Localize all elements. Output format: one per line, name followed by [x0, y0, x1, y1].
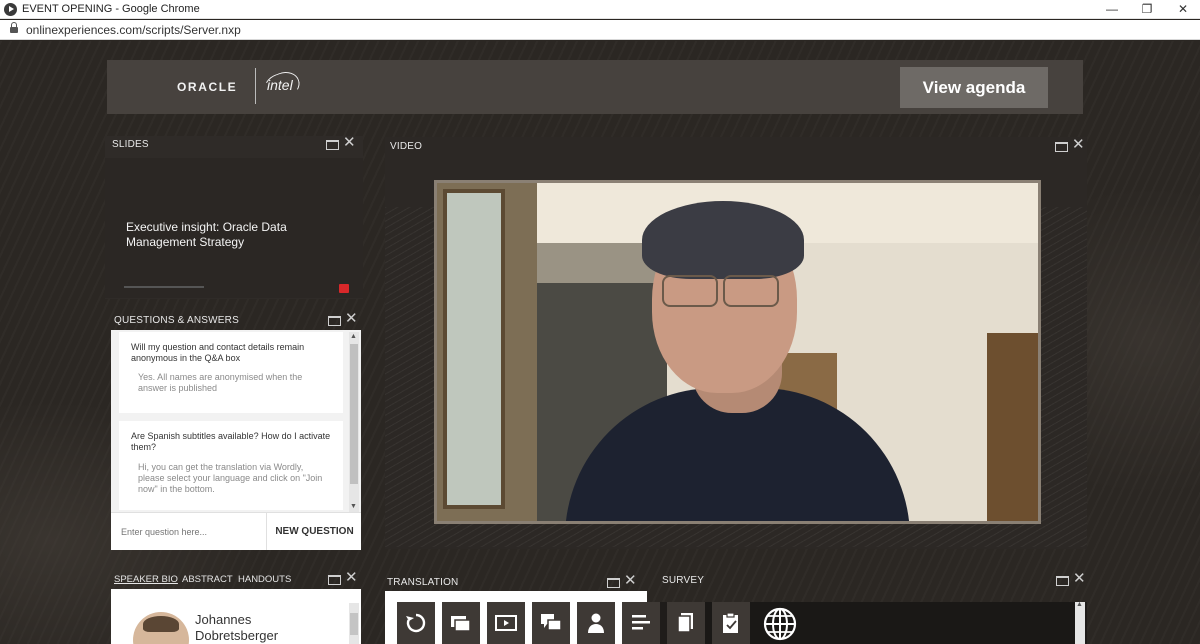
intel-logo: intel: [267, 77, 293, 93]
qa-item: Will my question and contact details rem…: [119, 332, 343, 413]
video-player[interactable]: [434, 180, 1041, 524]
video-panel-controls: ✕: [1055, 137, 1085, 155]
survey-button[interactable]: [712, 602, 750, 644]
qa-item: Are Spanish subtitles available? How do …: [119, 421, 343, 510]
tab-abstract[interactable]: ABSTRACT: [182, 574, 233, 585]
slide-footer-text: [124, 286, 204, 288]
slides-title: SLIDES: [112, 139, 149, 150]
new-question-button[interactable]: NEW QUESTION: [268, 513, 361, 550]
scroll-up-icon[interactable]: ▲: [350, 333, 357, 340]
tab-speaker-bio[interactable]: SPEAKER BIO: [114, 574, 178, 585]
maximize-icon[interactable]: [328, 575, 341, 585]
bio-panel-controls: ✕: [328, 570, 358, 588]
speaker-icon: [588, 613, 604, 633]
speaker-button[interactable]: [577, 602, 615, 644]
address-bar[interactable]: onlinexperiences.com/scripts/Server.nxp: [0, 20, 1200, 40]
slides-panel-controls: ✕: [326, 135, 356, 153]
close-icon[interactable]: ✕: [343, 135, 356, 150]
close-icon[interactable]: ✕: [1072, 137, 1085, 152]
refresh-icon: [406, 613, 426, 633]
video-icon: [495, 615, 517, 631]
header-bar: ORACLE intel View agenda: [107, 60, 1083, 114]
translation-title: TRANSLATION: [387, 577, 459, 588]
tab-handouts[interactable]: HANDOUTS: [238, 574, 291, 585]
maximize-icon[interactable]: [1056, 576, 1069, 586]
logo-divider: [255, 68, 256, 104]
survey-icon: [723, 612, 738, 633]
speaker-bio-panel: Johannes Dobretsberger: [111, 589, 361, 644]
slide-badge-icon: [339, 284, 349, 293]
survey-scrollbar[interactable]: ▲: [1075, 601, 1085, 644]
survey-title: SURVEY: [662, 575, 705, 586]
scrollbar-thumb[interactable]: [350, 344, 358, 484]
survey-panel-controls: ✕: [1056, 571, 1086, 589]
browser-titlebar: EVENT OPENING - Google Chrome — ❐ ✕: [0, 0, 1200, 19]
handouts-button[interactable]: [667, 602, 705, 644]
maximize-icon[interactable]: [607, 578, 620, 588]
qa-answer: Yes. All names are anonymised when the a…: [138, 372, 303, 393]
close-icon[interactable]: ✕: [345, 570, 358, 585]
close-icon[interactable]: ✕: [345, 311, 358, 326]
qa-icon: [541, 614, 562, 631]
event-page: ORACLE intel View agenda SLIDES ✕ Execut…: [0, 41, 1200, 644]
refresh-button[interactable]: [397, 602, 435, 644]
qa-title: QUESTIONS & ANSWERS: [114, 315, 239, 326]
qa-question: Are Spanish subtitles available? How do …: [131, 431, 331, 452]
slide-view[interactable]: Executive insight: Oracle Data Managemen…: [105, 158, 363, 298]
close-icon[interactable]: ✕: [1176, 1, 1190, 17]
agenda-button[interactable]: [622, 602, 660, 644]
slides-button[interactable]: [442, 602, 480, 644]
speaker-last-name: Dobretsberger: [195, 628, 279, 643]
qa-input-row: NEW QUESTION: [111, 512, 361, 550]
qa-panel-controls: ✕: [328, 311, 358, 329]
lock-icon: [10, 22, 18, 34]
close-icon[interactable]: ✕: [1073, 571, 1086, 586]
oracle-logo: ORACLE: [177, 80, 238, 94]
video-button[interactable]: [487, 602, 525, 644]
slide-heading: Executive insight: Oracle Data Managemen…: [126, 220, 287, 249]
qa-scrollbar[interactable]: ▲ ▼: [349, 332, 359, 514]
window-title: EVENT OPENING - Google Chrome: [22, 3, 200, 15]
qa-button[interactable]: [532, 602, 570, 644]
slides-icon: [451, 616, 471, 632]
scroll-up-icon[interactable]: ▲: [1076, 601, 1083, 608]
agenda-icon: [632, 615, 650, 630]
speaker-avatar: [133, 612, 189, 644]
globe-icon[interactable]: [760, 604, 800, 644]
handouts-icon: [677, 613, 693, 633]
minimize-icon[interactable]: —: [1105, 1, 1119, 17]
view-agenda-button[interactable]: View agenda: [900, 67, 1048, 108]
maximize-icon[interactable]: [326, 140, 339, 150]
video-title: VIDEO: [390, 141, 423, 152]
scroll-down-icon[interactable]: ▼: [350, 503, 357, 510]
url-text[interactable]: onlinexperiences.com/scripts/Server.nxp: [26, 23, 241, 37]
speaker-name: Johannes Dobretsberger: [195, 612, 278, 644]
chrome-app-icon: [4, 3, 17, 16]
maximize-icon[interactable]: [328, 316, 341, 326]
bio-scrollbar[interactable]: [349, 603, 359, 644]
restore-icon[interactable]: ❐: [1140, 1, 1154, 17]
qa-question: Will my question and contact details rem…: [131, 342, 305, 363]
question-input[interactable]: [111, 513, 267, 550]
speaker-first-name: Johannes: [195, 612, 252, 627]
maximize-icon[interactable]: [1055, 142, 1068, 152]
close-icon[interactable]: ✕: [624, 573, 637, 588]
translation-panel-controls: ✕: [607, 573, 637, 591]
qa-answer: Hi, you can get the translation via Word…: [138, 462, 323, 494]
scrollbar-thumb[interactable]: [350, 613, 358, 635]
